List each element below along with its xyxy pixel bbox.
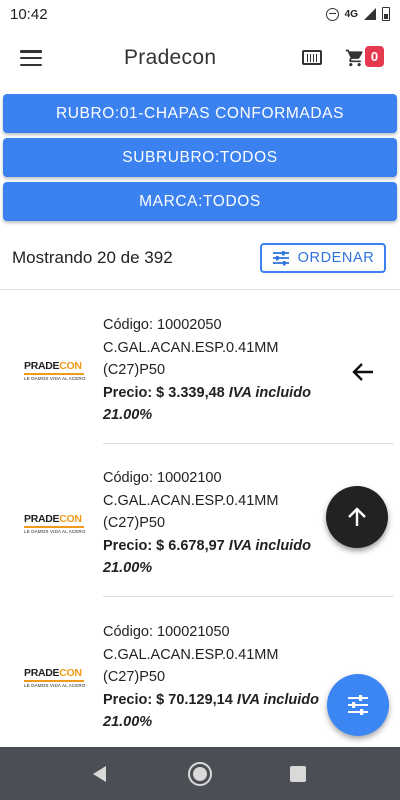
product-code: Código: 10002050 bbox=[103, 317, 222, 333]
logo-word-main: PRADE bbox=[24, 360, 60, 372]
logo-tagline: LE DAMOS VIDA AL ACERO bbox=[24, 529, 86, 534]
subrubro-filter-button[interactable]: SUBRUBRO:TODOS bbox=[3, 138, 397, 177]
product-price: Precio: $ 3.339,48 bbox=[103, 384, 225, 401]
network-type: 4G bbox=[344, 8, 358, 20]
cart-icon bbox=[345, 49, 363, 67]
logo-word-main: PRADE bbox=[24, 513, 60, 525]
app-title: Pradecon bbox=[124, 46, 217, 69]
results-row: Mostrando 20 de 392 ORDENAR bbox=[0, 238, 400, 278]
logo-word-accent: CON bbox=[59, 513, 82, 525]
pradecon-logo: PRADECON LE DAMOS VIDA AL ACERO bbox=[24, 514, 86, 540]
signal-icon bbox=[364, 8, 376, 20]
barcode-icon[interactable] bbox=[302, 50, 322, 65]
logo-word-main: PRADE bbox=[24, 667, 60, 679]
app-bar: Pradecon 0 bbox=[0, 28, 400, 88]
status-bar: 10:42 4G bbox=[0, 0, 400, 28]
do-not-disturb-icon bbox=[325, 7, 339, 21]
cart-button[interactable]: 0 bbox=[345, 46, 387, 72]
rubro-filter-button[interactable]: RUBRO:01-CHAPAS CONFORMADAS bbox=[3, 94, 397, 133]
status-time: 10:42 bbox=[10, 5, 48, 23]
product-price: Precio: $ 70.129,14 bbox=[103, 691, 233, 708]
scroll-top-button[interactable] bbox=[326, 486, 388, 548]
product-code: Código: 100021050 bbox=[103, 624, 230, 640]
filter-sliders-icon bbox=[348, 695, 368, 715]
pradecon-logo: PRADECON LE DAMOS VIDA AL ACERO bbox=[24, 668, 86, 694]
marca-filter-button[interactable]: MARCA:TODOS bbox=[3, 182, 397, 221]
logo-word-accent: CON bbox=[59, 667, 82, 679]
nav-recent-icon[interactable] bbox=[290, 766, 306, 782]
pradecon-logo: PRADECON LE DAMOS VIDA AL ACERO bbox=[24, 361, 86, 387]
product-info: Código: 10002050 C.GAL.ACAN.ESP.0.41MM (… bbox=[103, 314, 335, 427]
product-name: C.GAL.ACAN.ESP.0.41MM (C27)P50 bbox=[103, 339, 279, 379]
system-nav-bar bbox=[0, 747, 400, 800]
arrow-left-icon[interactable] bbox=[352, 362, 374, 382]
sort-button[interactable]: ORDENAR bbox=[260, 243, 386, 273]
cart-count-badge: 0 bbox=[365, 46, 384, 67]
battery-icon bbox=[382, 7, 390, 21]
product-code: Código: 10002100 bbox=[103, 470, 222, 486]
product-price: Precio: $ 6.678,97 bbox=[103, 537, 225, 554]
arrow-up-icon bbox=[348, 507, 366, 526]
nav-back-icon[interactable] bbox=[91, 765, 107, 783]
status-icons: 4G bbox=[325, 7, 390, 21]
product-info: Código: 100021050 C.GAL.ACAN.ESP.0.41MM … bbox=[103, 621, 335, 734]
product-name: C.GAL.ACAN.ESP.0.41MM (C27)P50 bbox=[103, 646, 279, 686]
filter-fab-button[interactable] bbox=[327, 674, 389, 736]
product-info: Código: 10002100 C.GAL.ACAN.ESP.0.41MM (… bbox=[103, 467, 335, 580]
logo-word-accent: CON bbox=[59, 360, 82, 372]
logo-tagline: LE DAMOS VIDA AL ACERO bbox=[24, 683, 86, 688]
product-name: C.GAL.ACAN.ESP.0.41MM (C27)P50 bbox=[103, 492, 279, 532]
product-list-item[interactable]: PRADECON LE DAMOS VIDA AL ACERO Código: … bbox=[0, 290, 400, 444]
menu-icon[interactable] bbox=[20, 50, 42, 66]
results-summary: Mostrando 20 de 392 bbox=[12, 248, 173, 267]
logo-tagline: LE DAMOS VIDA AL ACERO bbox=[24, 376, 86, 381]
sort-sliders-icon bbox=[272, 251, 289, 266]
sort-button-label: ORDENAR bbox=[297, 250, 375, 266]
nav-home-icon[interactable] bbox=[188, 762, 212, 786]
